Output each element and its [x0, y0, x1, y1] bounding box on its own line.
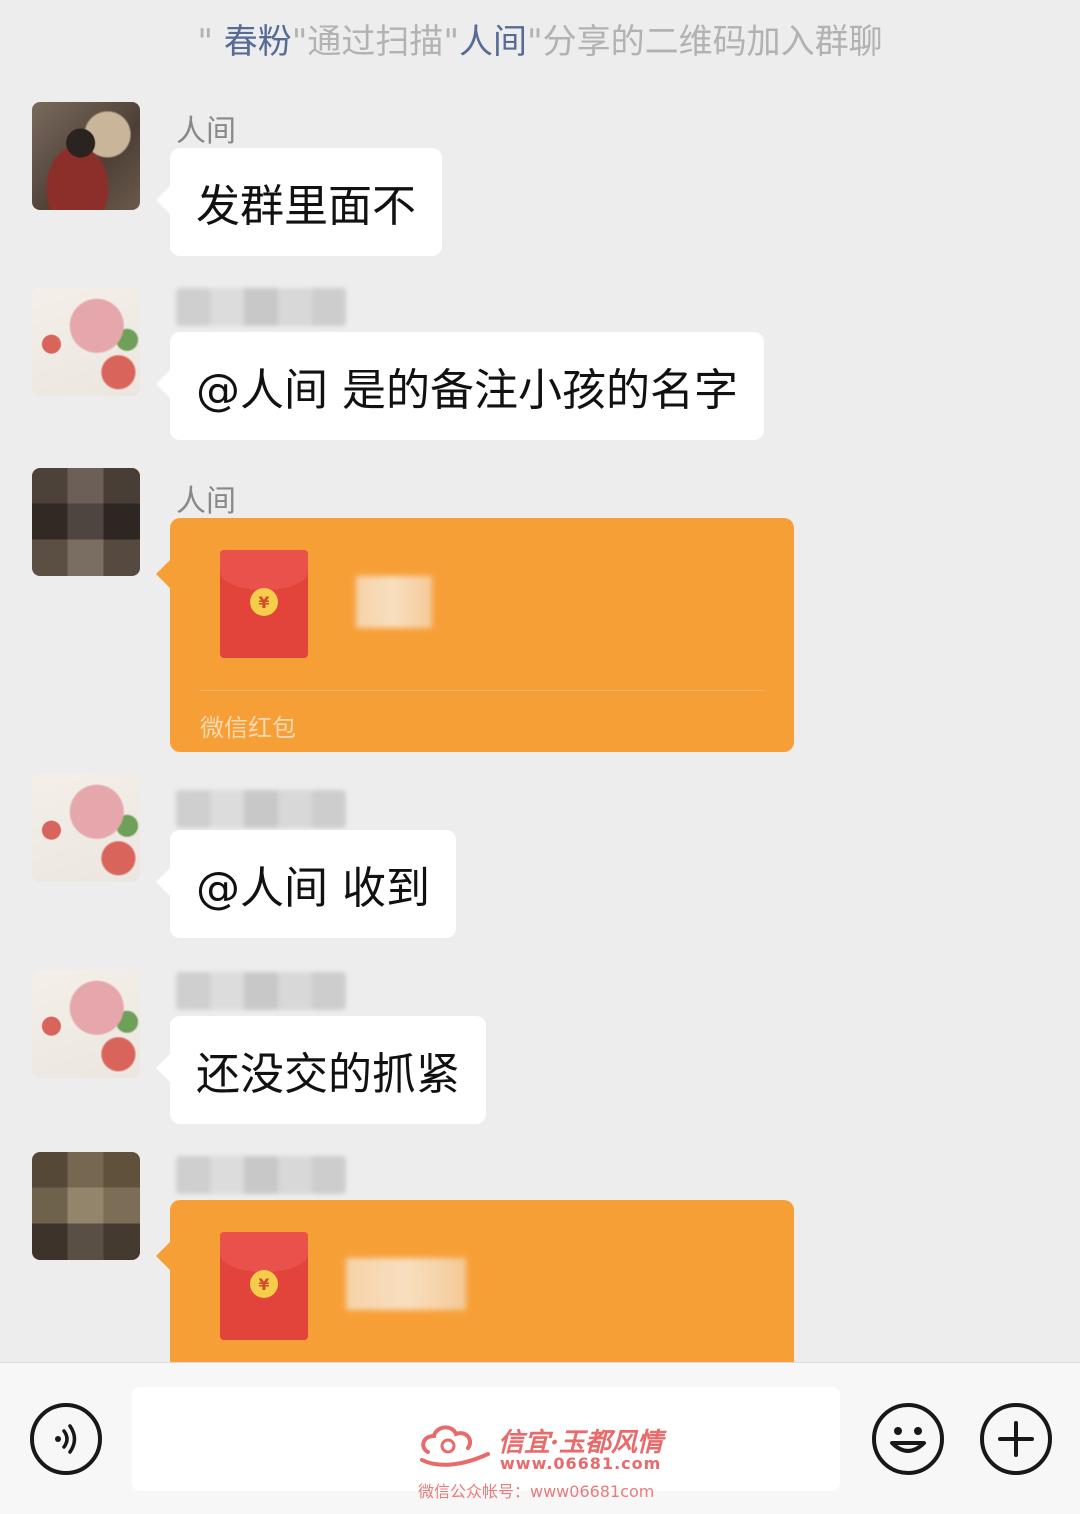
message-text: @人间 收到 [196, 863, 430, 914]
avatar[interactable] [32, 1152, 140, 1260]
red-packet-title-redacted [346, 1258, 466, 1310]
sender-name-redacted [176, 972, 346, 1010]
sharer-name-link[interactable]: 人间 [459, 22, 527, 62]
emoji-button[interactable] [872, 1403, 944, 1475]
message-text: @人间 是的备注小孩的名字 [196, 365, 738, 416]
red-packet-title-redacted [356, 576, 432, 628]
emoji-icon [890, 1427, 926, 1453]
sender-name-redacted [176, 288, 346, 326]
message-text: 发群里面不 [196, 181, 416, 232]
avatar[interactable] [32, 468, 140, 576]
plus-button[interactable] [980, 1403, 1052, 1475]
watermark: 信宜·玉都风情 www.06681.com 微信公众帐号：www06681com [418, 1418, 678, 1501]
sender-name: 人间 [176, 114, 236, 149]
avatar[interactable] [32, 102, 140, 210]
sender-name-redacted [176, 790, 346, 828]
message-bubble[interactable]: 发群里面不 [156, 148, 442, 256]
red-envelope-icon: ¥ [220, 1232, 308, 1340]
red-packet-label: 微信红包 [200, 714, 296, 742]
avatar[interactable] [32, 288, 140, 396]
avatar[interactable] [32, 970, 140, 1078]
watermark-account: 微信公众帐号：www06681com [418, 1482, 655, 1501]
red-packet-message[interactable]: ¥ [156, 1200, 794, 1362]
red-envelope-icon: ¥ [220, 550, 308, 658]
sender-name-redacted [176, 1156, 346, 1194]
chat-area[interactable]: " 春粉"通过扫描"人间"分享的二维码加入群聊 人间 发群里面不 @人间 是的备… [0, 0, 1080, 1362]
plus-icon [998, 1421, 1034, 1457]
message-text: 还没交的抓紧 [196, 1049, 460, 1100]
yuan-coin-icon: ¥ [250, 588, 278, 616]
message-bubble[interactable]: @人间 是的备注小孩的名字 [156, 332, 764, 440]
voice-icon [55, 1424, 77, 1454]
sender-name: 人间 [176, 484, 236, 519]
voice-button[interactable] [30, 1403, 102, 1475]
yuan-coin-icon: ¥ [250, 1270, 278, 1298]
divider [200, 690, 764, 691]
message-bubble[interactable]: 还没交的抓紧 [156, 1016, 486, 1124]
system-message: " 春粉"通过扫描"人间"分享的二维码加入群聊 [197, 22, 883, 62]
avatar[interactable] [32, 774, 140, 882]
red-packet-message[interactable]: ¥ 微信红包 [156, 518, 794, 752]
watermark-logo-icon [420, 1425, 490, 1467]
message-bubble[interactable]: @人间 收到 [156, 830, 456, 938]
joiner-name-link[interactable]: 春粉 [224, 22, 292, 62]
watermark-url: www.06681.com [500, 1454, 662, 1473]
